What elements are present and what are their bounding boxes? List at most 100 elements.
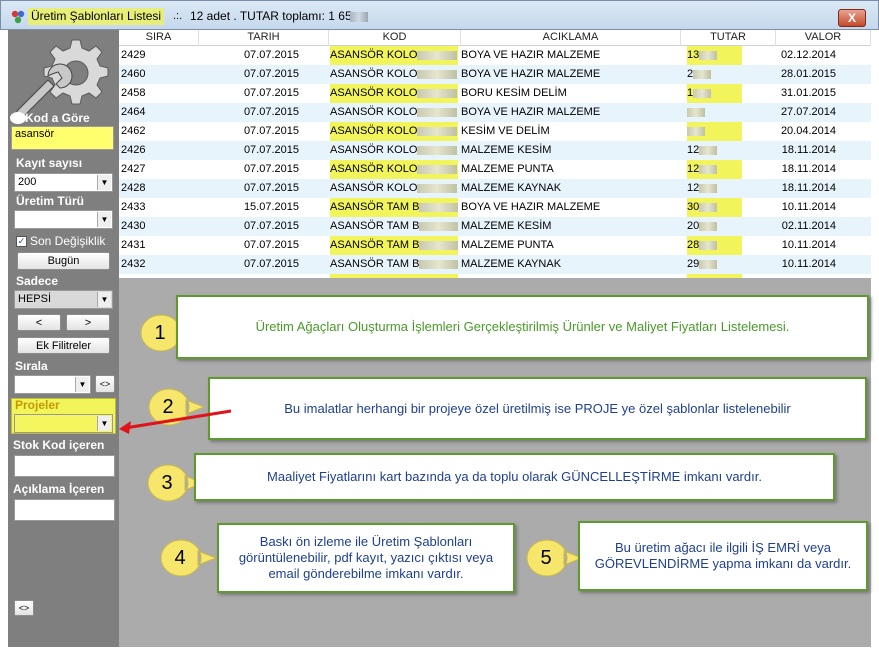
cell-valor: 18.11.2014 xyxy=(776,141,836,160)
cell-aciklama: BOYA VE HAZIR MALZEME xyxy=(461,198,681,217)
ek-filtreler-button[interactable]: Ek Filitreler xyxy=(17,337,110,354)
cell-valor-text: 10.11.2014 xyxy=(781,258,836,270)
redacted-value xyxy=(687,107,705,117)
son-degisiklik-label: Son Değişiklik xyxy=(30,234,106,248)
cell-aciklama: BOYA VE HAZIR MALZEME xyxy=(461,65,681,84)
redacted-value xyxy=(417,164,458,174)
cell-kod: ASANSÖR TAM B xyxy=(330,198,458,217)
panel-toggle-button[interactable]: <> xyxy=(14,600,34,616)
redacted-value xyxy=(417,69,458,79)
cell-aciklama-text: MALZEME KESİM xyxy=(461,220,552,232)
stok-kod-input[interactable] xyxy=(14,455,115,477)
cell-valor-text: 18.11.2014 xyxy=(781,163,836,175)
cell-kod: ASANSÖR KOLO xyxy=(330,179,458,198)
cell-kod-text: ASANSÖR KOLO xyxy=(330,125,418,137)
aciklama-input[interactable] xyxy=(14,499,115,521)
column-header-tutar[interactable]: TUTAR xyxy=(681,30,776,46)
redacted-value xyxy=(419,202,458,212)
cell-aciklama: BOYA VE HAZIR MALZEME xyxy=(461,103,681,122)
redacted-value xyxy=(693,69,712,79)
projeler-label: Projeler xyxy=(15,398,60,412)
cell-aciklama: MALZEME PUNTA xyxy=(461,160,681,179)
cell-tutar: 1 xyxy=(687,84,742,103)
uretim-turu-select[interactable]: ▼ xyxy=(14,210,113,229)
bugun-button[interactable]: Bugün xyxy=(17,252,110,270)
chevron-down-icon: ▼ xyxy=(75,377,89,392)
cell-tarih-text: 07.07.2015 xyxy=(243,144,299,156)
callout-bubble-4: 4 xyxy=(158,538,218,578)
sadece-select[interactable]: HEPSİ ▼ xyxy=(14,290,113,309)
cell-tutar xyxy=(687,103,742,122)
cell-tutar-text: 12 xyxy=(687,144,700,156)
cell-kod: ASANSÖR KOLO xyxy=(330,84,458,103)
cell-tutar: 13 xyxy=(687,46,742,65)
redacted-value xyxy=(417,50,458,60)
redacted-value xyxy=(417,126,458,136)
chevron-down-icon: ▼ xyxy=(97,212,111,227)
cell-kod-text: ASANSÖR TAM B xyxy=(330,239,420,251)
kod-filter-input[interactable]: asansör xyxy=(11,126,114,150)
redacted-value xyxy=(699,145,718,155)
cell-valor-text: 10.11.2014 xyxy=(781,239,836,251)
redacted-value xyxy=(699,202,718,212)
cell-aciklama-text: MALZEME KAYNAK xyxy=(461,258,562,270)
cell-aciklama-text: BOYA VE HAZIR MALZEME xyxy=(461,49,601,61)
stok-kod-label: Stok Kod içeren xyxy=(13,438,105,452)
cell-kod: ASANSÖR KOLO xyxy=(330,141,458,160)
redacted-value xyxy=(699,183,718,193)
close-button[interactable]: X xyxy=(838,9,866,27)
redacted-total xyxy=(350,12,368,22)
sirala-toggle-button[interactable]: <> xyxy=(95,375,115,393)
cell-aciklama-text: BORU KESİM DELİM xyxy=(461,87,567,99)
kayit-sayisi-select[interactable]: 200 ▼ xyxy=(14,173,113,192)
cell-kod-text: ASANSÖR KOLO xyxy=(330,87,418,99)
redacted-value xyxy=(417,107,458,117)
cell-aciklama-text: BOYA VE HAZIR MALZEME xyxy=(461,68,601,80)
callout-number-5: 5 xyxy=(540,547,552,569)
callout-text-1: Üretim Ağaçları Oluşturma İşlemleri Gerç… xyxy=(176,295,869,359)
cell-aciklama-text: MALZEME KAYNAK xyxy=(461,182,562,194)
title-separator: .:. xyxy=(173,10,183,22)
cell-valor: 02.11.2014 xyxy=(776,217,836,236)
kod-filter-label: Kod a Göre xyxy=(25,111,90,125)
cell-valor-text: 31.01.2015 xyxy=(780,87,836,99)
callout-text-3: Maaliyet Fiyatlarını kart bazında ya da … xyxy=(194,453,835,501)
cell-valor-text: 27.07.2014 xyxy=(780,106,836,118)
cell-valor: 18.11.2014 xyxy=(776,160,836,179)
cell-kod: ASANSÖR TAM B xyxy=(330,255,458,274)
cell-tutar: 30 xyxy=(687,198,742,217)
sirala-label: Sırala xyxy=(15,359,48,373)
arrow-icon xyxy=(119,409,232,434)
cell-tutar-text: 30 xyxy=(687,201,700,213)
redacted-value xyxy=(699,221,718,231)
next-button[interactable]: > xyxy=(66,314,110,331)
column-header-aciklama[interactable]: ACIKLAMA xyxy=(461,30,681,46)
cell-aciklama-text: BOYA VE HAZIR MALZEME xyxy=(461,106,601,118)
results-grid: SIRA TARIH KOD ACIKLAMA TUTAR VALOR 2429… xyxy=(119,30,871,647)
cell-tarih-text: 07.07.2015 xyxy=(243,106,299,118)
cell-tutar: 2 xyxy=(687,65,742,84)
projeler-select[interactable]: ▼ xyxy=(14,414,113,433)
cell-valor-text: 10.11.2014 xyxy=(781,201,836,213)
cell-tutar: 28 xyxy=(687,236,742,255)
cell-tarih-text: 07.07.2015 xyxy=(243,239,299,251)
column-header-kod[interactable]: KOD xyxy=(329,30,461,46)
cell-tutar-text: 12 xyxy=(687,182,700,194)
previous-button[interactable]: < xyxy=(17,314,61,331)
kod-toggle-icon[interactable] xyxy=(10,112,26,124)
cell-tutar xyxy=(687,122,742,141)
cell-kod-text: ASANSÖR TAM B xyxy=(330,201,420,213)
cell-valor: 02.12.2014 xyxy=(776,46,836,65)
son-degisiklik-checkbox[interactable]: ✓ xyxy=(16,236,27,247)
cell-valor-text: 02.12.2014 xyxy=(780,49,836,61)
gear-wrench-icon xyxy=(16,39,109,118)
cell-tarih-text: 07.07.2015 xyxy=(243,258,299,270)
callout-bubble-5: 5 xyxy=(524,538,584,578)
column-header-valor[interactable]: VALOR xyxy=(776,30,871,46)
cell-kod-text: ASANSÖR KOLO xyxy=(330,106,418,118)
sirala-select[interactable]: ▼ xyxy=(14,375,91,394)
uretim-turu-label: Üretim Türü xyxy=(16,194,85,208)
kayit-sayisi-label: Kayıt sayısı xyxy=(16,156,83,170)
redacted-value xyxy=(417,183,458,193)
cell-kod: ASANSÖR TAM B xyxy=(330,217,458,236)
